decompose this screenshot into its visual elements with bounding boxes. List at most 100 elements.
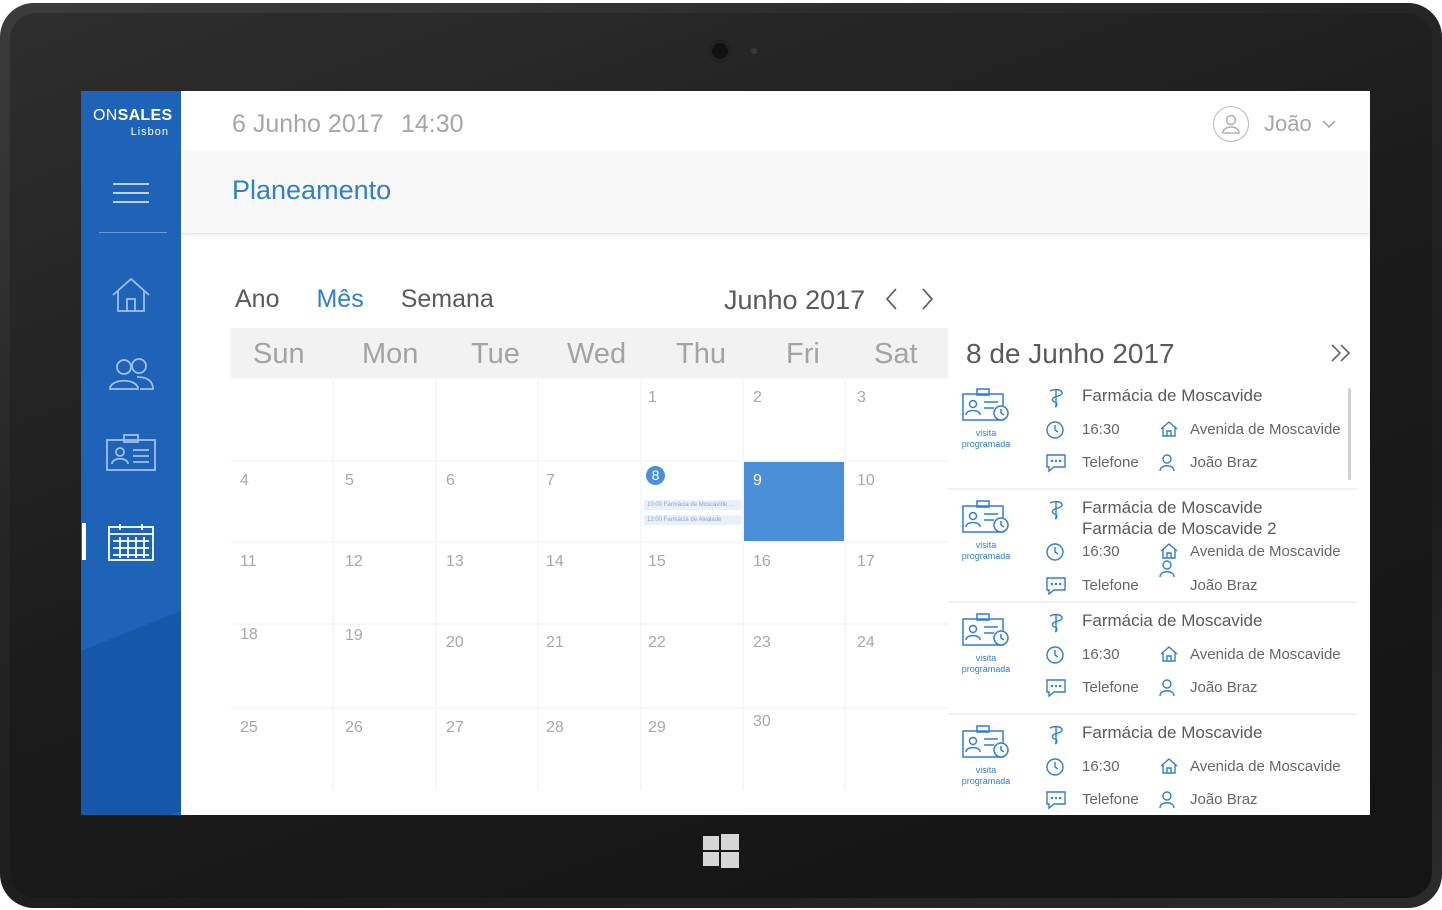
day-number: 23 xyxy=(753,634,771,651)
event-channel: Telefone xyxy=(1082,454,1139,471)
day-number: 12 xyxy=(345,553,363,570)
panel-date: 8 de Junho 2017 xyxy=(966,338,1175,369)
today-badge: 8 xyxy=(646,466,665,485)
day-cell-28[interactable]: 28 xyxy=(539,709,640,790)
windows-logo-icon[interactable] xyxy=(703,834,739,868)
day-cell-30[interactable]: 30 xyxy=(744,709,844,790)
event-address: Avenida de Moscavide xyxy=(1190,543,1341,560)
day-number: 27 xyxy=(446,719,464,736)
calendar-event[interactable]: 10:00 Farmácia de Moscavide ... xyxy=(644,500,741,510)
empty-day-cell xyxy=(846,709,948,790)
day-cell-10[interactable]: 10 xyxy=(846,462,948,541)
current-time: 14:30 xyxy=(401,110,464,138)
day-cell-20[interactable]: 20 xyxy=(437,625,537,707)
next-month-icon[interactable] xyxy=(917,287,937,311)
day-cell-16[interactable]: 16 xyxy=(744,543,844,623)
day-cell-5[interactable]: 5 xyxy=(334,462,435,541)
day-cell-15[interactable]: 15 xyxy=(642,543,742,623)
day-cell-25[interactable]: 25 xyxy=(231,709,332,790)
calendar-icon[interactable] xyxy=(105,520,157,564)
tab-mes[interactable]: Mês xyxy=(316,285,363,314)
day-cell-8[interactable]: 8 10:00 Farmácia de Moscavide ... 12:00 Fa… xyxy=(642,462,742,541)
camera-sensor xyxy=(751,48,757,54)
day-cell-14[interactable]: 14 xyxy=(539,543,640,623)
day-cell-2[interactable]: 2 xyxy=(744,379,844,460)
tab-semana[interactable]: Semana xyxy=(401,285,494,314)
visit-scheduled: visita programada xyxy=(960,388,1012,449)
day-cell-13[interactable]: 13 xyxy=(437,543,537,623)
day-cell-6[interactable]: 6 xyxy=(437,462,537,541)
home-icon[interactable] xyxy=(105,273,157,317)
day-cell-21[interactable]: 21 xyxy=(539,625,640,707)
day-cell-7[interactable]: 7 xyxy=(539,462,640,541)
day-cell-19[interactable]: 19 xyxy=(334,625,435,707)
day-cell-11[interactable]: 11 xyxy=(231,543,332,623)
day-cell-12[interactable]: 12 xyxy=(334,543,435,623)
event-person: João Braz xyxy=(1190,679,1258,696)
visit-label: visita xyxy=(975,765,997,775)
clock-icon xyxy=(1045,542,1065,562)
pharmacy-name: Farmácia de Moscavide xyxy=(1082,386,1263,405)
active-indicator xyxy=(82,523,86,560)
prev-month-icon[interactable] xyxy=(882,287,902,311)
day-number: 28 xyxy=(546,719,564,736)
empty-day-cell xyxy=(334,379,435,460)
visit-label: programada xyxy=(961,664,1011,674)
day-cell-1[interactable]: 1 xyxy=(642,379,742,460)
users-icon[interactable] xyxy=(105,352,157,396)
event-card[interactable]: visita programada Farmácia de Moscavide Far… xyxy=(948,490,1357,601)
clock-icon xyxy=(1045,757,1065,777)
pharmacy-name: Farmácia de Moscavide 2 xyxy=(1082,519,1277,538)
empty-day-cell xyxy=(231,379,332,460)
day-cell-9[interactable]: 9 xyxy=(744,462,844,541)
weekday-mon: Mon xyxy=(362,338,419,370)
visit-scheduled: visita programada xyxy=(960,500,1012,561)
visit-label: visita xyxy=(975,653,997,663)
address-home-icon xyxy=(1159,541,1179,561)
day-cell-24[interactable]: 24 xyxy=(846,625,948,707)
weekday-wed: Wed xyxy=(567,338,627,370)
day-cell-4[interactable]: 4 xyxy=(231,462,332,541)
day-cell-23[interactable]: 23 xyxy=(744,625,844,707)
event-card[interactable]: visita programada Farmácia de Moscavide 16:… xyxy=(948,378,1357,488)
empty-day-cell xyxy=(437,379,537,460)
event-time: 16:30 xyxy=(1082,646,1120,663)
tab-ano[interactable]: Ano xyxy=(235,285,279,314)
day-number: 6 xyxy=(446,472,455,489)
chat-icon xyxy=(1045,678,1067,698)
day-cell-3[interactable]: 3 xyxy=(846,379,948,460)
day-cell-27[interactable]: 27 xyxy=(437,709,537,790)
calendar-event[interactable]: 12:00 Farmácia de Alvalade xyxy=(644,515,741,525)
visit-scheduled-icon xyxy=(960,388,1012,427)
event-card[interactable]: visita programada Farmácia de Moscavide 16:… xyxy=(948,715,1357,815)
contact-card-icon[interactable] xyxy=(105,431,157,475)
weekday-thu: Thu xyxy=(676,338,726,370)
title-bar: Planeamento xyxy=(181,151,1370,234)
visit-label: programada xyxy=(961,439,1011,449)
logo-city: Lisbon xyxy=(130,126,169,138)
pharmacy-icon xyxy=(1046,725,1066,745)
sidebar: ONSALES Lisbon xyxy=(81,91,181,815)
day-cell-17[interactable]: 17 xyxy=(846,543,948,623)
day-number: 26 xyxy=(345,719,363,736)
event-person: João Braz xyxy=(1190,454,1258,471)
weekday-sat: Sat xyxy=(874,338,918,370)
event-card[interactable]: visita programada Farmácia de Moscavide 16:… xyxy=(948,603,1357,713)
chevron-down-icon xyxy=(1322,119,1336,128)
day-cell-26[interactable]: 26 xyxy=(334,709,435,790)
menu-icon[interactable] xyxy=(105,171,157,215)
day-cell-18[interactable]: 18 xyxy=(231,625,332,707)
visit-label: visita xyxy=(975,540,997,550)
double-chevron-right-icon[interactable] xyxy=(1330,343,1352,363)
visit-scheduled: visita programada xyxy=(960,725,1012,786)
user-menu[interactable]: João xyxy=(1213,106,1336,142)
day-cell-22[interactable]: 22 xyxy=(642,625,742,707)
chat-icon xyxy=(1045,790,1067,810)
weekday-header: Sun Mon Tue Wed Thu Fri Sat xyxy=(231,328,948,377)
day-cell-29[interactable]: 29 xyxy=(642,709,742,790)
scrollbar[interactable] xyxy=(1348,388,1351,480)
weekday-sun: Sun xyxy=(253,338,305,370)
page-title: Planeamento xyxy=(232,175,392,205)
day-number: 19 xyxy=(345,627,363,644)
weekday-fri: Fri xyxy=(786,338,820,370)
